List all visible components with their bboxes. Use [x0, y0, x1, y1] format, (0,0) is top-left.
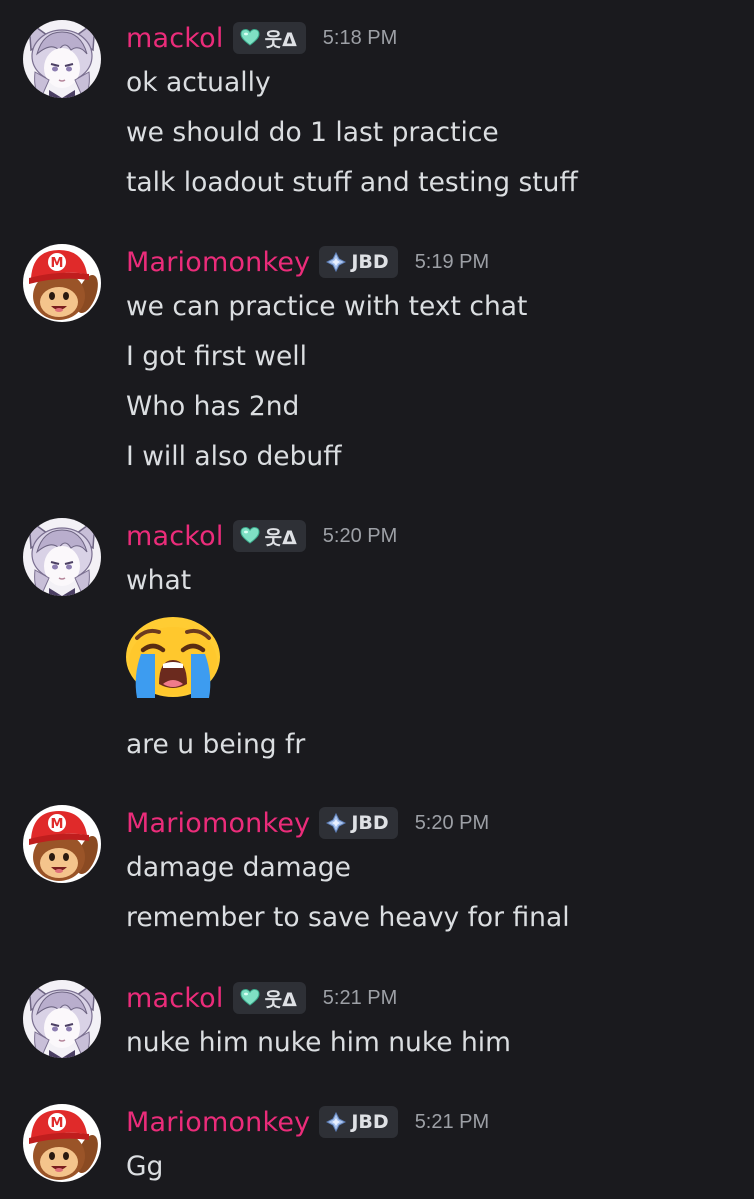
teal-heart-icon: [240, 28, 260, 48]
message-text: we should do 1 last practice: [126, 117, 499, 148]
mariomonkey-avatar[interactable]: M: [23, 244, 101, 322]
message-text: we can practice with text chat: [126, 291, 528, 322]
message-header: mackol 웃Δ 5:21 PM: [126, 980, 397, 1016]
guild-tag-label: 웃Δ: [264, 526, 297, 549]
username[interactable]: mackol: [126, 521, 224, 552]
diamond-sparkle-icon: [326, 252, 347, 272]
diamond-sparkle-icon: [326, 813, 347, 833]
chat-screen: { "colors": { "background": "#1a1a1e", "…: [0, 0, 754, 1199]
anime-cat-girl-avatar: [23, 980, 101, 1058]
teal-heart-icon: [240, 526, 260, 546]
guild-tag-label: JBD: [351, 1111, 389, 1133]
message-header: Mariomonkey JBD 5:20 PM: [126, 805, 489, 841]
message-text: nuke him nuke him nuke him: [126, 1027, 511, 1058]
svg-text:M: M: [51, 817, 64, 832]
guild-tag[interactable]: JBD: [319, 246, 398, 278]
mariomonkey-avatar[interactable]: M: [23, 1104, 101, 1182]
mackol-avatar[interactable]: [23, 980, 101, 1058]
guild-tag-label: 웃Δ: [264, 28, 297, 51]
mariomonkey-avatar[interactable]: M: [23, 805, 101, 883]
message-text: talk loadout stuff and testing stuff: [126, 167, 578, 198]
monkey-mario-cap-avatar: M: [23, 1104, 101, 1182]
monkey-mario-cap-avatar: M: [23, 805, 101, 883]
message-text: remember to save heavy for final: [126, 902, 570, 933]
guild-tag[interactable]: 웃Δ: [232, 982, 306, 1014]
monkey-mario-cap-avatar: M: [23, 244, 101, 322]
timestamp[interactable]: 5:20 PM: [415, 812, 489, 835]
guild-tag[interactable]: 웃Δ: [232, 520, 306, 552]
username[interactable]: mackol: [126, 23, 224, 54]
diamond-sparkle-icon: [326, 1112, 347, 1132]
guild-tag-label: 웃Δ: [264, 988, 297, 1011]
message-text: I will also debuff: [126, 441, 342, 472]
message-text: I got first well: [126, 341, 307, 372]
svg-text:M: M: [51, 256, 64, 271]
timestamp[interactable]: 5:21 PM: [323, 987, 397, 1010]
loudly-crying-face-emoji[interactable]: [123, 616, 223, 698]
message-header: Mariomonkey JBD 5:19 PM: [126, 244, 489, 280]
username[interactable]: Mariomonkey: [126, 808, 310, 839]
message-text: Who has 2nd: [126, 391, 300, 422]
guild-tag[interactable]: 웃Δ: [232, 22, 306, 54]
timestamp[interactable]: 5:19 PM: [415, 251, 489, 274]
svg-text:M: M: [51, 1116, 64, 1131]
message-header: mackol 웃Δ 5:18 PM: [126, 20, 397, 56]
message-text: Gg: [126, 1151, 164, 1182]
username[interactable]: Mariomonkey: [126, 1107, 310, 1138]
username[interactable]: mackol: [126, 983, 224, 1014]
message-header: mackol 웃Δ 5:20 PM: [126, 518, 397, 554]
message-text: damage damage: [126, 852, 351, 883]
message-text: ok actually: [126, 67, 271, 98]
guild-tag-label: JBD: [351, 812, 389, 834]
guild-tag-label: JBD: [351, 251, 389, 273]
timestamp[interactable]: 5:20 PM: [323, 525, 397, 548]
anime-cat-girl-avatar: [23, 518, 101, 596]
guild-tag[interactable]: JBD: [319, 807, 398, 839]
message-text: what: [126, 565, 192, 596]
message-text: are u being fr: [126, 729, 306, 760]
guild-tag[interactable]: JBD: [319, 1106, 398, 1138]
message-header: Mariomonkey JBD 5:21 PM: [126, 1104, 489, 1140]
mackol-avatar[interactable]: [23, 20, 101, 98]
timestamp[interactable]: 5:21 PM: [415, 1111, 489, 1134]
anime-cat-girl-avatar: [23, 20, 101, 98]
timestamp[interactable]: 5:18 PM: [323, 27, 397, 50]
username[interactable]: Mariomonkey: [126, 247, 310, 278]
mackol-avatar[interactable]: [23, 518, 101, 596]
teal-heart-icon: [240, 988, 260, 1008]
